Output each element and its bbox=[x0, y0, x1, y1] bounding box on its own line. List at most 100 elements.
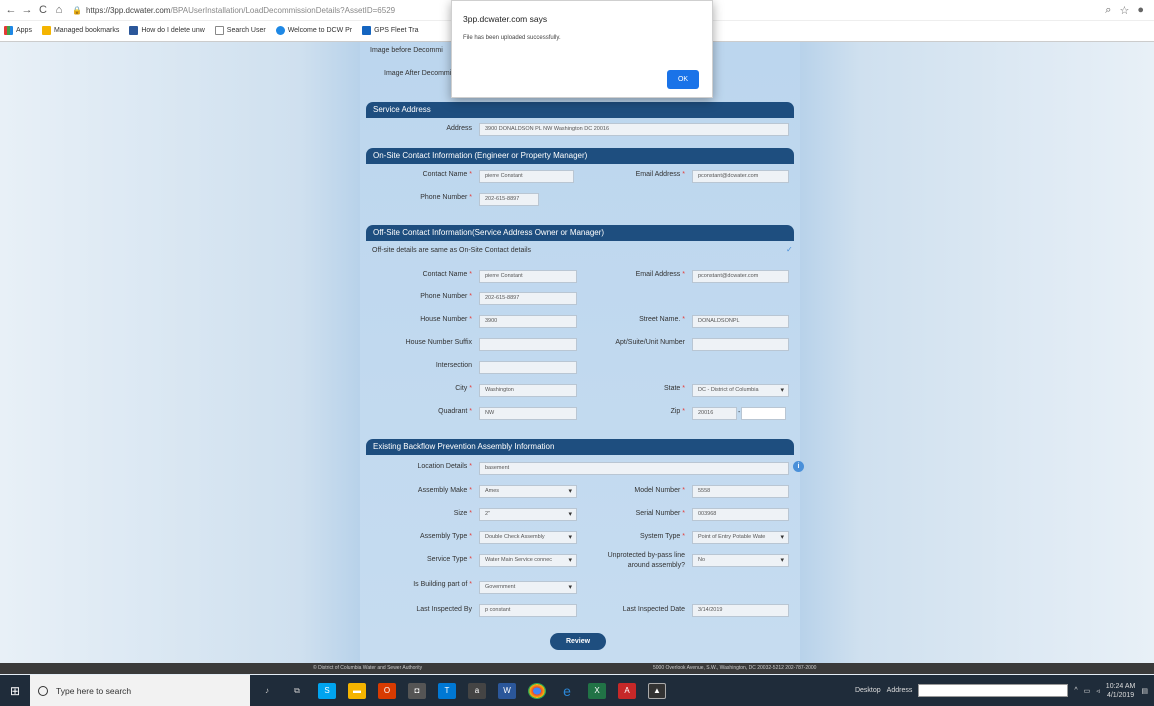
serial-label: Serial Number * bbox=[635, 510, 685, 517]
house-suffix-label: House Number Suffix bbox=[405, 339, 472, 346]
street-name-label: Street Name. * bbox=[639, 316, 685, 323]
bookmark-search-user[interactable]: Search User bbox=[214, 26, 266, 35]
volume-icon[interactable]: ◃ bbox=[1096, 687, 1100, 695]
edge-icon[interactable]: e bbox=[558, 683, 576, 699]
house-suffix-field[interactable] bbox=[479, 338, 577, 351]
model-label: Model Number * bbox=[634, 487, 685, 494]
clock-time: 10:24 AM bbox=[1105, 682, 1136, 690]
bookmark-delete[interactable]: How do I delete unw bbox=[129, 26, 205, 35]
bypass-select[interactable]: No bbox=[692, 554, 789, 567]
city-field[interactable]: Washington bbox=[479, 384, 577, 397]
house-number-field[interactable]: 3900 bbox=[479, 315, 577, 328]
city-label: City * bbox=[455, 385, 472, 392]
zip-field[interactable]: 20016 bbox=[692, 407, 737, 420]
excel-icon[interactable]: X bbox=[588, 682, 606, 699]
size-select[interactable]: 2" bbox=[479, 508, 577, 521]
offsite-phone-field[interactable]: 202-615-8897 bbox=[479, 292, 577, 305]
store-icon[interactable]: a bbox=[468, 682, 486, 699]
gps-icon bbox=[362, 26, 372, 35]
office-icon[interactable]: O bbox=[378, 682, 396, 699]
mic-icon[interactable]: ♪ bbox=[258, 683, 276, 699]
system-type-select[interactable]: Point of Entry Potable Wate bbox=[692, 531, 789, 544]
make-label: Assembly Make * bbox=[417, 487, 472, 494]
star-icon[interactable]: ☆ bbox=[1119, 4, 1129, 17]
assembly-type-select[interactable]: Double Check Assembly bbox=[479, 531, 577, 544]
address-field[interactable]: 3900 DONALDSON PL NW Washington DC 20016 bbox=[479, 123, 789, 136]
intersection-field[interactable] bbox=[479, 361, 577, 374]
camera-icon[interactable]: ◘ bbox=[408, 682, 426, 699]
review-button[interactable]: Review bbox=[550, 633, 606, 650]
bypass-label-1: Unprotected by-pass line bbox=[607, 552, 685, 559]
address-label: Address bbox=[446, 125, 472, 132]
assembly-header: Existing Backflow Prevention Assembly In… bbox=[366, 439, 794, 454]
windows-start-icon[interactable]: ⊞ bbox=[0, 675, 30, 706]
street-name-field[interactable]: DONALDSONPL bbox=[692, 315, 789, 328]
offsite-contact-field[interactable]: pierre Constant bbox=[479, 270, 577, 283]
inspected-date-field[interactable]: 3/14/2019 bbox=[692, 604, 789, 617]
offsite-email-label: Email Address * bbox=[635, 271, 685, 278]
make-select[interactable]: Ames bbox=[479, 485, 577, 498]
bookmark-welcome[interactable]: Welcome to DCW Pr bbox=[275, 26, 352, 35]
zip-label: Zip * bbox=[670, 408, 685, 415]
serial-field[interactable]: 003968 bbox=[692, 508, 789, 521]
file-explorer-icon[interactable]: ▬ bbox=[348, 682, 366, 699]
onsite-email-field[interactable]: pconstant@dcwater.com bbox=[692, 170, 789, 183]
taskbar: ⊞ Type here to search ♪ ⧉ S ▬ O ◘ T a W … bbox=[0, 675, 1154, 706]
clock[interactable]: 10:24 AM 4/1/2019 bbox=[1106, 682, 1136, 700]
quadrant-field[interactable]: NW bbox=[479, 407, 577, 420]
teams-icon[interactable]: T bbox=[438, 682, 456, 699]
notification-icon[interactable]: ▤ bbox=[1141, 687, 1148, 695]
apt-label: Apt/Suite/Unit Number bbox=[615, 339, 685, 346]
zip-dash: - bbox=[738, 409, 741, 416]
url-host: https://3pp.dcwater.com bbox=[85, 5, 171, 15]
zip-ext-field[interactable] bbox=[741, 407, 786, 420]
word-icon[interactable]: W bbox=[498, 682, 516, 699]
inspected-by-field[interactable]: p constant bbox=[479, 604, 577, 617]
home-icon[interactable]: ⌂ bbox=[52, 3, 66, 17]
clock-date: 4/1/2019 bbox=[1106, 691, 1135, 699]
photos-icon[interactable]: ▲ bbox=[648, 682, 666, 699]
inspected-date-label: Last Inspected Date bbox=[622, 606, 685, 613]
onsite-email-label: Email Address * bbox=[635, 171, 685, 178]
quadrant-label: Quadrant * bbox=[438, 408, 472, 415]
offsite-email-field[interactable]: pconstant@dcwater.com bbox=[692, 270, 789, 283]
location-field[interactable]: basement bbox=[479, 462, 789, 475]
globe-icon bbox=[275, 26, 285, 35]
page-icon bbox=[129, 26, 139, 35]
network-icon[interactable]: ▭ bbox=[1084, 687, 1091, 695]
folder-icon bbox=[41, 26, 51, 35]
acrobat-icon[interactable]: A bbox=[618, 682, 636, 699]
bookmark-managed[interactable]: Managed bookmarks bbox=[41, 26, 119, 35]
onsite-header: On-Site Contact Information (Engineer or… bbox=[366, 148, 794, 163]
info-icon[interactable]: i bbox=[793, 461, 804, 472]
taskbar-address-input[interactable] bbox=[918, 684, 1069, 697]
skype-icon[interactable]: S bbox=[318, 682, 336, 699]
bookmark-apps[interactable]: Apps bbox=[4, 26, 32, 35]
task-view-icon[interactable]: ⧉ bbox=[288, 683, 306, 699]
zoom-icon[interactable]: ⌕ bbox=[1105, 4, 1111, 17]
state-select[interactable]: DC - District of Columbia bbox=[692, 384, 789, 397]
forward-icon[interactable]: → bbox=[20, 3, 34, 17]
desktop-label[interactable]: Desktop bbox=[855, 687, 881, 694]
image-before-label: Image before Decommi bbox=[370, 47, 443, 54]
taskbar-search-placeholder: Type here to search bbox=[56, 685, 132, 696]
apt-field[interactable] bbox=[692, 338, 789, 351]
building-select[interactable]: Government bbox=[479, 581, 577, 594]
dialog-message: File has been uploaded successfully. bbox=[463, 35, 561, 41]
apps-icon bbox=[4, 26, 13, 35]
profile-icon[interactable]: ● bbox=[1137, 4, 1144, 17]
chrome-icon[interactable] bbox=[528, 682, 546, 699]
onsite-contact-field[interactable]: pierre Constant bbox=[479, 170, 574, 183]
model-field[interactable]: 5558 bbox=[692, 485, 789, 498]
image-after-label: Image After Decommi bbox=[384, 70, 452, 77]
same-checkbox-icon[interactable]: ✓ bbox=[786, 245, 793, 254]
ok-button[interactable]: OK bbox=[667, 70, 699, 89]
onsite-phone-field[interactable]: 202-615-8897 bbox=[479, 193, 539, 206]
tray-chevron-icon[interactable]: ^ bbox=[1074, 687, 1077, 694]
back-icon[interactable]: ← bbox=[4, 3, 18, 17]
assembly-type-label: Assembly Type * bbox=[419, 533, 472, 540]
reload-icon[interactable]: C bbox=[36, 3, 50, 17]
taskbar-search[interactable]: Type here to search bbox=[30, 675, 250, 706]
bookmark-gps[interactable]: GPS Fleet Tra bbox=[362, 26, 418, 35]
service-type-select[interactable]: Water Main Service connec bbox=[479, 554, 577, 567]
